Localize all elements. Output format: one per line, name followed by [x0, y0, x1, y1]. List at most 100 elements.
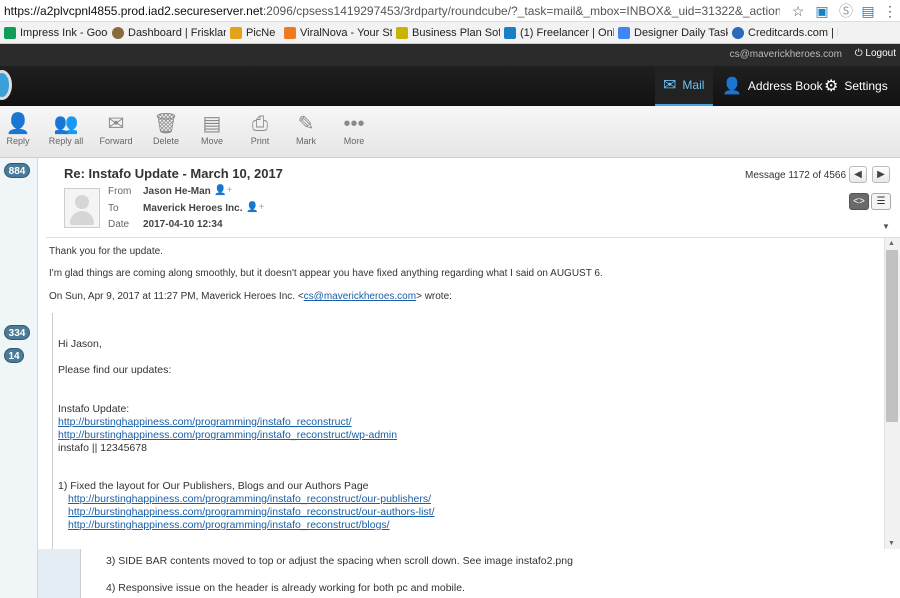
scrollbar-thumb[interactable]	[886, 250, 898, 422]
quote-link[interactable]: http://burstinghappiness.com/programming…	[68, 506, 435, 518]
quote-link[interactable]: http://burstinghappiness.com/programming…	[58, 416, 352, 428]
date-value: 2017-04-10 12:34	[143, 219, 223, 230]
from-value[interactable]: Jason He-Man	[143, 186, 211, 197]
person-icon: 👤	[722, 78, 742, 95]
bookmark-item[interactable]: (1) Freelancer | Onlin	[500, 26, 614, 39]
bookmark-favicon-icon	[284, 26, 296, 39]
bookmark-item[interactable]: Dashboard | Frisklanc	[108, 26, 226, 39]
more-button[interactable]: ••• More	[330, 112, 378, 146]
reply-icon: 👤	[5, 113, 31, 135]
move-button[interactable]: ▤ Move	[188, 112, 236, 146]
body-line: I'm glad things are coming along smoothl…	[49, 268, 603, 279]
browser-address-bar[interactable]: https://a2plvcpnl4855.prod.iad2.securese…	[0, 0, 900, 22]
extension-icon[interactable]: ▣	[814, 3, 830, 19]
bookmark-item[interactable]: Designer Daily Task L	[614, 26, 728, 39]
envelope-icon: ✉	[663, 77, 677, 94]
trash-icon: 🗑	[153, 113, 179, 135]
nav-mail[interactable]: ✉ Mail	[655, 66, 713, 106]
quote-line: instafo || 12345678	[58, 442, 147, 454]
bookmark-item[interactable]: Creditcards.com | Est	[728, 26, 838, 39]
more-dots-icon: •••	[343, 113, 365, 135]
add-contact-icon[interactable]: 👤+	[214, 185, 232, 196]
print-label: Print	[250, 136, 270, 146]
bookmark-item[interactable]: Business Plan Softwa	[392, 26, 500, 39]
quote-line: Instafo Update:	[58, 403, 130, 415]
bookmark-star-icon[interactable]: ☆	[790, 3, 806, 19]
quote-link[interactable]: http://burstinghappiness.com/programming…	[68, 493, 431, 505]
blockquote-border	[52, 313, 53, 563]
bookmark-item[interactable]: PicNe	[226, 26, 280, 39]
nav-settings[interactable]: ⚙ Settings	[824, 66, 888, 106]
bookmark-favicon-icon	[230, 26, 242, 39]
quote-line: Hi Jason,	[58, 338, 102, 350]
unread-count-badge[interactable]: 884	[4, 163, 30, 178]
quote-line: Please find our updates:	[58, 364, 172, 376]
bookmark-favicon-icon	[112, 26, 124, 39]
move-label: Move	[200, 136, 223, 146]
url-text[interactable]: https://a2plvcpnl4855.prod.iad2.securese…	[0, 4, 780, 18]
page: https://a2plvcpnl4855.prod.iad2.securese…	[0, 0, 900, 598]
collapse-headers-icon[interactable]: ▼	[882, 222, 890, 231]
forward-label: Forward	[99, 136, 133, 146]
user-email: cs@maverickheroes.com	[729, 49, 842, 60]
next-message-button[interactable]: ▶	[872, 166, 890, 183]
bookmark-favicon-icon	[504, 26, 516, 39]
reply-label: Reply	[6, 136, 30, 146]
extension-2-icon[interactable]: ▤	[860, 3, 876, 19]
plain-view-button[interactable]: ☰	[871, 193, 891, 210]
scroll-down-arrow-icon[interactable]: ▼	[888, 540, 895, 547]
delete-label: Delete	[152, 136, 179, 146]
mark-button[interactable]: ✎ Mark	[282, 112, 330, 146]
reply-all-button[interactable]: 👥 Reply all	[42, 112, 90, 146]
body-line: Thank you for the update.	[49, 246, 163, 257]
power-icon: ⏻	[854, 48, 863, 59]
print-button[interactable]: ⎙ Print	[236, 112, 284, 146]
unread-count-badge[interactable]: 334	[4, 325, 30, 340]
sender-avatar	[64, 188, 100, 228]
forward-button[interactable]: ✉ Forward	[92, 112, 140, 146]
quote-link[interactable]: http://burstinghappiness.com/programming…	[58, 429, 397, 441]
url-host: https://a2plvcpnl4855.prod.iad2.securese…	[4, 3, 263, 18]
lower-side-panel	[38, 549, 80, 598]
menu-icon[interactable]: ⋮	[882, 3, 898, 19]
bookmark-label: Designer Daily Task L	[634, 26, 728, 39]
quote-line: 3) SIDE BAR contents moved to top or adj…	[106, 555, 573, 567]
date-label: Date	[108, 219, 130, 230]
reply-button[interactable]: 👤 Reply	[0, 112, 42, 146]
quote-attribution: On Sun, Apr 9, 2017 at 11:27 PM, Maveric…	[49, 291, 452, 302]
delete-button[interactable]: 🗑 Delete	[142, 112, 190, 146]
pencil-icon: ✎	[297, 113, 315, 135]
bookmark-label: Creditcards.com | Est	[748, 26, 838, 39]
previous-message-button[interactable]: ◀	[849, 166, 867, 183]
reply-all-label: Reply all	[48, 136, 84, 146]
bookmark-label: PicNe	[246, 26, 276, 39]
to-value[interactable]: Maverick Heroes Inc.	[143, 203, 243, 214]
forward-icon: ✉	[107, 113, 125, 135]
logout-button[interactable]: ⏻ Logout	[855, 48, 896, 59]
add-contact-icon[interactable]: 👤+	[246, 202, 264, 213]
attribution-suffix: > wrote:	[416, 291, 452, 302]
bookmark-favicon-icon	[4, 26, 16, 39]
html-view-button[interactable]: <>	[849, 193, 869, 210]
quote-link[interactable]: http://burstinghappiness.com/programming…	[68, 519, 390, 531]
bookmark-label: Impress Ink - Google	[20, 26, 108, 39]
folder-list	[0, 158, 38, 598]
app-header: cs@maverickheroes.com ⏻ Logout	[0, 44, 900, 66]
url-path: :2096/cpsess1419297453/3rdparty/roundcub…	[262, 3, 780, 18]
logout-label: Logout	[865, 48, 896, 59]
bookmarks-bar: Impress Ink - Google Dashboard | Friskla…	[0, 22, 900, 44]
bookmark-label: (1) Freelancer | Onlin	[520, 26, 614, 39]
nav-mail-label: Mail	[682, 78, 705, 92]
attribution-email-link[interactable]: cs@maverickheroes.com	[304, 291, 416, 302]
scroll-up-arrow-icon[interactable]: ▲	[888, 240, 895, 247]
bookmark-label: ViralNova - Your Stor	[300, 26, 392, 39]
bookmark-item[interactable]: ViralNova - Your Stor	[280, 26, 392, 39]
skype-icon[interactable]: Ⓢ	[838, 3, 854, 19]
unread-count-badge[interactable]: 14	[4, 348, 24, 363]
message-counter: Message 1172 of 4566	[745, 170, 847, 181]
bookmark-item[interactable]: Impress Ink - Google	[0, 26, 108, 39]
printer-icon: ⎙	[252, 113, 268, 135]
quote-line: 4) Responsive issue on the header is alr…	[106, 582, 465, 594]
reply-all-icon: 👥	[53, 113, 79, 135]
nav-address-book[interactable]: 👤 Address Book	[722, 66, 823, 106]
